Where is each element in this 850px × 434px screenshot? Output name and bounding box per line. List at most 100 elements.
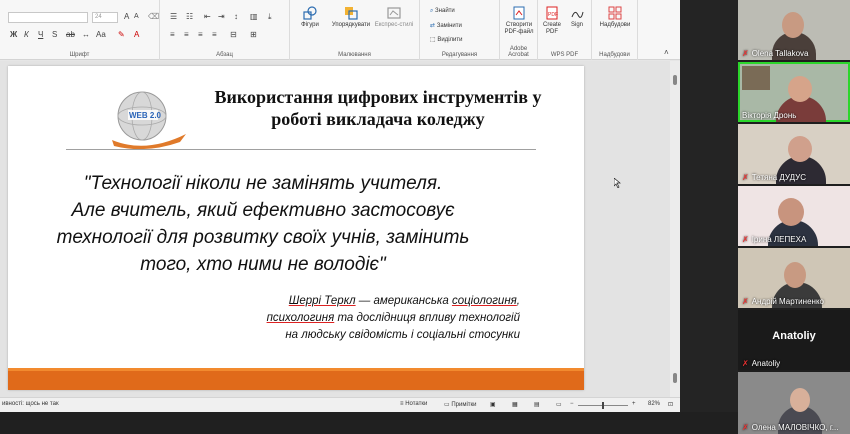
shadow-icon[interactable]: S [52,30,57,39]
reading-view-icon[interactable]: ▤ [534,401,540,408]
participant-tile-active[interactable]: Вікторія Дронь [738,62,850,122]
create-pdf-button[interactable]: Створити PDF-файл [502,6,536,36]
quote-line: Але вчитель, який ефективно застосовує [71,200,455,221]
quick-styles-label: Експрес-стилі [374,22,414,28]
vertical-scrollbar[interactable] [670,61,680,397]
participant-tile[interactable]: Anatoliy ✗ Anatoliy [738,310,850,370]
participant-tile[interactable]: ✗ Ірина ЛЕПЕХА [738,186,850,246]
zoom-out-icon[interactable]: − [570,401,574,407]
zoom-slider-handle[interactable] [602,402,604,409]
select-icon: ⬚ [430,37,436,43]
text-direction-icon[interactable]: ⤓ [268,12,272,21]
accessibility-status[interactable]: ивності: щось не так [2,401,59,407]
pdf-icon [513,6,525,20]
wps-pdf-icon: PDF [546,6,558,20]
font-group-label: Шрифт [69,52,90,58]
create-pdf-wps-label: Create PDF [542,22,561,35]
select-label: Виділити [437,37,463,43]
zoom-in-icon[interactable]: + [632,401,636,407]
decrease-indent-icon[interactable]: ⇤ [204,12,211,21]
participant-tile[interactable]: ✗ Андрій Мартиненко [738,248,850,308]
case-icon[interactable]: Aa [96,30,106,39]
bullets-icon[interactable]: ☰ [170,12,177,21]
font-color-icon[interactable]: A [134,30,139,39]
smartart-icon[interactable]: ⊞ [250,30,257,39]
grow-font-icon[interactable]: A [124,12,129,21]
font-size-box[interactable]: 24 [92,12,118,23]
align-center-icon[interactable]: ≡ [184,30,189,39]
attribution-text: та дослідниця впливу технологій [334,312,520,324]
find-button[interactable]: ⌕ Знайти [430,8,455,15]
bold-icon[interactable]: Ж [10,30,17,39]
align-right-icon[interactable]: ≡ [198,30,203,39]
participant-tile[interactable]: ✗ Олена МАЛОВІЧКО, г... [738,372,850,434]
slide[interactable]: WEB 2.0 Використання цифрових інструмент… [8,66,584,390]
select-button[interactable]: ⬚ Виділити [430,36,462,43]
slideshow-icon[interactable]: ▭ [556,401,562,408]
scroll-down-handle[interactable] [673,373,677,383]
align-left-icon[interactable]: ≡ [170,30,175,39]
highlight-icon[interactable]: ✎ [118,30,125,39]
slide-editing-area: WEB 2.0 Використання цифрових інструмент… [0,61,670,397]
editing-group-label: Редагування [441,52,478,58]
justify-icon[interactable]: ≡ [212,30,217,39]
screen: 24 A A ⌫ Ж К Ч S ab ↔ Aa ✎ A Шрифт ☰ ☷ ⇤… [0,0,850,434]
comments-button[interactable]: ▭ Примітки [444,401,477,408]
participant-tile[interactable]: ✗ Тетяна ДУДУС [738,124,850,184]
sign-button[interactable]: Sign [566,6,588,29]
logo-text: WEB 2.0 [129,111,162,120]
clear-format-icon[interactable]: ⌫ [148,12,159,21]
quick-styles-button[interactable]: Експрес-стилі [374,6,414,29]
participant-tile[interactable]: ✗ Olena Tallakova [738,0,850,60]
font-size-value: 24 [95,14,102,20]
shapes-button[interactable]: Фігури [294,6,326,29]
numbering-icon[interactable]: ☷ [186,12,193,21]
spacing-icon[interactable]: ↔ [82,30,90,39]
replace-label: Замінити [436,23,462,29]
svg-text:PDF: PDF [548,12,558,18]
paragraph-group-label: Абзац [216,52,233,58]
participant-video [790,388,810,412]
fit-slide-icon[interactable]: ⊡ [668,401,673,408]
quote-line: технології для розвитку своїх учнів, зам… [56,227,470,248]
sign-icon [571,11,584,18]
normal-view-icon[interactable]: ▣ [490,401,496,408]
participant-name: ✗ Андрій Мартиненко [742,297,824,306]
zoom-slider[interactable] [578,402,628,409]
italic-icon[interactable]: К [24,30,29,39]
notes-button[interactable]: ≡ Нотатки [400,401,427,407]
participant-name-text: Олена МАЛОВІЧКО, г... [751,423,839,432]
attribution-text: психологиня [266,312,335,324]
find-icon: ⌕ [430,8,434,14]
participant-video [788,136,812,162]
replace-button[interactable]: ⇄ Замінити [430,22,462,29]
slide-title: Використання цифрових інструментів у роб… [214,87,542,129]
addins-button[interactable]: Надбудови [594,6,636,29]
zoom-level[interactable]: 82% [648,401,660,407]
slide-quote: "Технології ніколи не замінять учителя. … [48,170,478,278]
participant-name-text: Olena Tallakova [751,49,809,58]
font-name-box[interactable] [8,12,88,23]
columns-icon[interactable]: ▥ [250,12,258,21]
shrink-font-icon[interactable]: A [134,12,139,21]
quick-styles-icon [387,7,401,19]
strikethrough-icon[interactable]: ab [66,30,75,39]
sorter-view-icon[interactable]: ▦ [512,401,518,408]
participant-video [742,66,770,90]
attribution-text: на людську свідомість і соціальні стосун… [285,329,520,341]
align-text-icon[interactable]: ⊟ [230,30,237,39]
participant-video [788,76,812,102]
increase-indent-icon[interactable]: ⇥ [218,12,225,21]
collapse-ribbon-icon[interactable]: ˄ [664,48,669,57]
underline-icon[interactable]: Ч [38,30,43,39]
arrange-button[interactable]: Упорядкувати [328,6,374,29]
create-pdf-wps-button[interactable]: PDF Create PDF [540,6,564,36]
taskbar-strip [0,412,850,434]
participant-name: Вікторія Дронь [742,111,796,120]
scroll-up-handle[interactable] [673,75,677,85]
editing-group: ⌕ Знайти ⇄ Замінити ⬚ Виділити Редагуван… [420,0,500,60]
participant-avatar-name: Anatoliy [772,330,816,342]
comments-icon: ▭ [444,402,450,408]
line-spacing-icon[interactable]: ↕ [234,12,238,21]
adobe-group: Створити PDF-файл Adobe Acrobat [500,0,538,60]
